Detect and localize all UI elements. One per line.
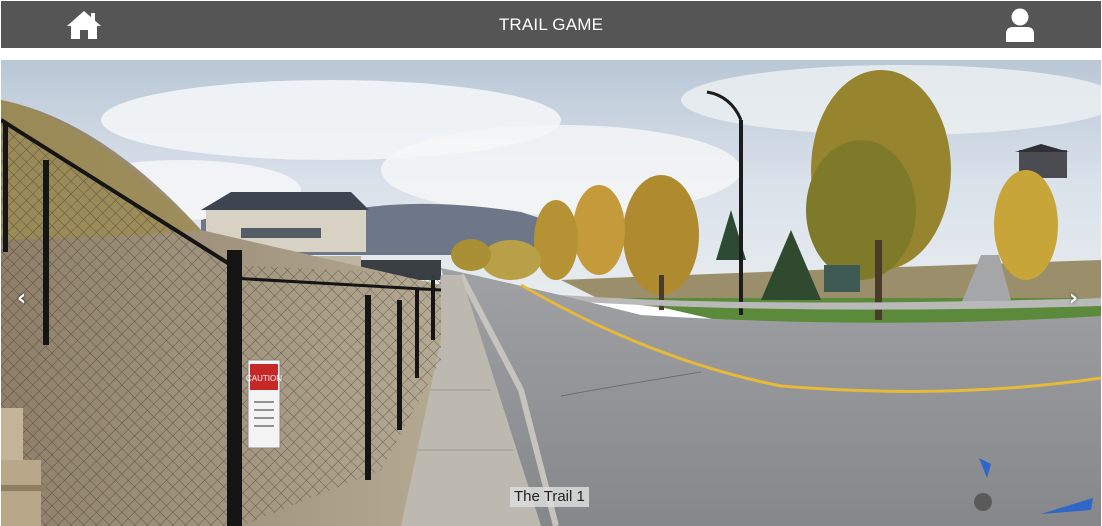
user-profile-button[interactable] — [1003, 7, 1037, 43]
panorama-viewer[interactable]: CAUTION ‹ › The Trail 1 — [1, 60, 1101, 526]
trail-panorama-image: CAUTION — [1, 60, 1101, 526]
user-icon — [1006, 8, 1034, 42]
chevron-right-icon: › — [1069, 286, 1079, 311]
next-image-button[interactable]: › — [1069, 286, 1078, 311]
app-header: TRAIL GAME — [1, 1, 1101, 48]
caution-sign-text: CAUTION — [246, 374, 282, 383]
previous-image-button[interactable]: ‹ — [17, 286, 26, 311]
image-caption: The Trail 1 — [510, 487, 589, 507]
chevron-left-icon: ‹ — [17, 286, 27, 311]
page-title: TRAIL GAME — [498, 15, 604, 34]
